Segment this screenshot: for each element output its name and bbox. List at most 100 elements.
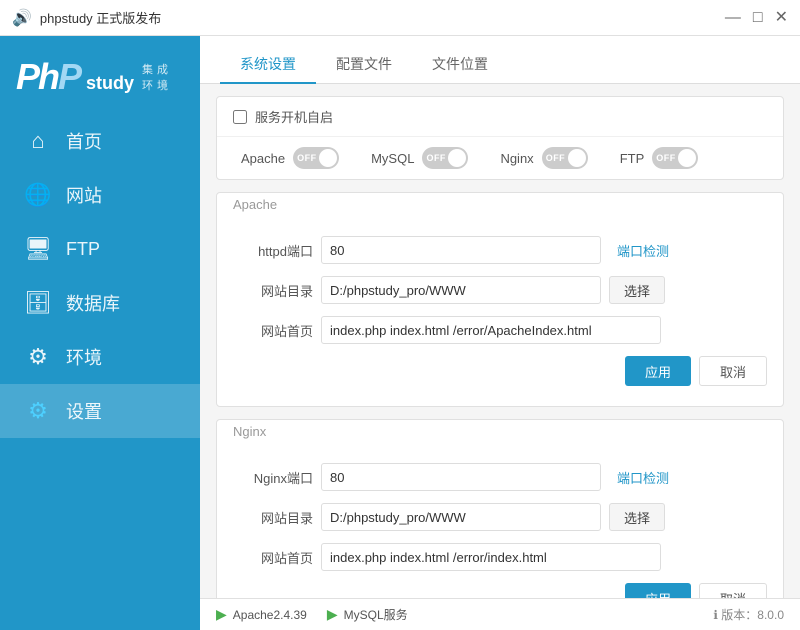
nginx-section-title: Nginx: [217, 420, 783, 447]
apache-section-title: Apache: [217, 193, 783, 220]
sidebar-label-settings: 设置: [66, 398, 102, 424]
toggles-row: Apache OFF MySQL OFF: [217, 137, 783, 179]
close-button[interactable]: ✕: [775, 10, 788, 26]
apache-toggle[interactable]: OFF: [293, 147, 339, 169]
apache-port-label: httpd端口: [233, 241, 313, 260]
tab-system[interactable]: 系统设置: [220, 46, 316, 84]
mysql-toggle-group: MySQL OFF: [371, 147, 468, 169]
logo-subtitle: 集成环境: [142, 61, 184, 98]
window-controls: — □ ✕: [725, 10, 788, 26]
mysql-toggle-label: MySQL: [371, 151, 414, 166]
mysql-toggle[interactable]: OFF: [422, 147, 468, 169]
version-value: 8.0.0: [757, 608, 784, 622]
window-title: phpstudy 正式版发布: [40, 8, 725, 27]
nginx-actions-row: 应用 取消: [217, 577, 783, 598]
sidebar-item-home[interactable]: ⌂ 首页: [0, 114, 200, 168]
sidebar: PhP study 集成环境 ⌂ 首页 🌐 网站 🖥 FTP 🗄 数据库 ⚙: [0, 36, 200, 630]
ftp-toggle-knob: [678, 149, 696, 167]
nginx-apply-button[interactable]: 应用: [625, 583, 691, 598]
nav-items: ⌂ 首页 🌐 网站 🖥 FTP 🗄 数据库 ⚙ 环境 ⚙ 设置: [0, 114, 200, 630]
ftp-icon: 🖥: [24, 236, 52, 262]
nginx-index-row: 网站首页: [217, 537, 783, 577]
ftp-toggle[interactable]: OFF: [652, 147, 698, 169]
nginx-toggle-knob: [568, 149, 586, 167]
apache-index-input[interactable]: [321, 316, 661, 344]
tabs-bar: 系统设置 配置文件 文件位置: [200, 36, 800, 84]
startup-label: 服务开机自启: [255, 107, 333, 126]
website-icon: 🌐: [24, 182, 52, 208]
apache-form-section: httpd端口 端口检测 网站目录 选择 网站首页: [217, 220, 783, 406]
apache-dir-input[interactable]: [321, 276, 601, 304]
sidebar-label-database: 数据库: [66, 290, 120, 316]
sidebar-item-database[interactable]: 🗄 数据库: [0, 276, 200, 330]
sidebar-item-ftp[interactable]: 🖥 FTP: [0, 222, 200, 276]
home-icon: ⌂: [24, 128, 52, 154]
tab-fileloc[interactable]: 文件位置: [412, 46, 508, 84]
info-icon: ℹ: [713, 608, 718, 622]
nginx-port-row: Nginx端口 端口检测: [217, 457, 783, 497]
startup-card: 服务开机自启 Apache OFF MySQL: [216, 96, 784, 180]
version-prefix: 版本：: [721, 608, 757, 622]
nginx-port-check-link[interactable]: 端口检测: [617, 468, 669, 487]
apache-dir-select-button[interactable]: 选择: [609, 276, 665, 304]
sidebar-item-env[interactable]: ⚙ 环境: [0, 330, 200, 384]
apache-index-label: 网站首页: [233, 321, 313, 340]
nginx-port-input[interactable]: [321, 463, 601, 491]
apache-toggle-label: Apache: [241, 151, 285, 166]
nginx-dir-select-button[interactable]: 选择: [609, 503, 665, 531]
apache-apply-button[interactable]: 应用: [625, 356, 691, 386]
mysql-toggle-knob: [448, 149, 466, 167]
nginx-dir-row: 网站目录 选择: [217, 497, 783, 537]
logo-study: study: [86, 73, 134, 98]
apache-toggle-knob: [319, 149, 337, 167]
sidebar-label-env: 环境: [66, 344, 102, 370]
apache-dir-label: 网站目录: [233, 281, 313, 300]
content-scroll[interactable]: 服务开机自启 Apache OFF MySQL: [200, 84, 800, 598]
ftp-toggle-label: FTP: [620, 151, 645, 166]
speaker-icon: 🔊: [12, 8, 32, 28]
minimize-button[interactable]: —: [725, 10, 741, 26]
logo-area: PhP study 集成环境: [0, 36, 200, 114]
startup-row: 服务开机自启: [217, 97, 783, 137]
apache-port-input[interactable]: [321, 236, 601, 264]
nginx-index-input[interactable]: [321, 543, 661, 571]
sidebar-label-home: 首页: [66, 128, 102, 154]
nginx-dir-label: 网站目录: [233, 508, 313, 527]
sidebar-label-website: 网站: [66, 182, 102, 208]
tab-config[interactable]: 配置文件: [316, 46, 412, 84]
apache-port-check-link[interactable]: 端口检测: [617, 241, 669, 260]
mysql-status-label: MySQL服务: [344, 606, 408, 623]
sidebar-item-website[interactable]: 🌐 网站: [0, 168, 200, 222]
settings-icon: ⚙: [24, 398, 52, 424]
titlebar: 🔊 phpstudy 正式版发布 — □ ✕: [0, 0, 800, 36]
nginx-toggle-label: Nginx: [500, 151, 533, 166]
mysql-status: ▶ MySQL服务: [327, 606, 408, 623]
apache-port-row: httpd端口 端口检测: [217, 230, 783, 270]
maximize-button[interactable]: □: [753, 10, 763, 26]
sidebar-item-settings[interactable]: ⚙ 设置: [0, 384, 200, 438]
logo-php: PhP: [16, 56, 80, 98]
apache-index-row: 网站首页: [217, 310, 783, 350]
apache-dir-row: 网站目录 选择: [217, 270, 783, 310]
database-icon: 🗄: [24, 290, 52, 316]
main-layout: PhP study 集成环境 ⌂ 首页 🌐 网站 🖥 FTP 🗄 数据库 ⚙: [0, 36, 800, 630]
nginx-section-card: Nginx Nginx端口 端口检测 网站目录 选择: [216, 419, 784, 598]
nginx-cancel-button[interactable]: 取消: [699, 583, 767, 598]
nginx-toggle[interactable]: OFF: [542, 147, 588, 169]
env-icon: ⚙: [24, 344, 52, 370]
nginx-port-label: Nginx端口: [233, 468, 313, 487]
nginx-dir-input[interactable]: [321, 503, 601, 531]
mysql-play-icon: ▶: [327, 606, 338, 623]
apache-play-icon: ▶: [216, 606, 227, 623]
nginx-form-section: Nginx端口 端口检测 网站目录 选择 网站首页: [217, 447, 783, 598]
nginx-index-label: 网站首页: [233, 548, 313, 567]
content-area: 系统设置 配置文件 文件位置 服务开机自启 Apache OFF: [200, 36, 800, 630]
startup-checkbox[interactable]: [233, 110, 247, 124]
apache-status-label: Apache2.4.39: [233, 608, 307, 622]
apache-status: ▶ Apache2.4.39: [216, 606, 307, 623]
version-info: ℹ 版本：8.0.0: [713, 606, 784, 623]
statusbar: ▶ Apache2.4.39 ▶ MySQL服务 ℹ 版本：8.0.0: [200, 598, 800, 630]
nginx-toggle-group: Nginx OFF: [500, 147, 587, 169]
apache-cancel-button[interactable]: 取消: [699, 356, 767, 386]
ftp-toggle-group: FTP OFF: [620, 147, 699, 169]
